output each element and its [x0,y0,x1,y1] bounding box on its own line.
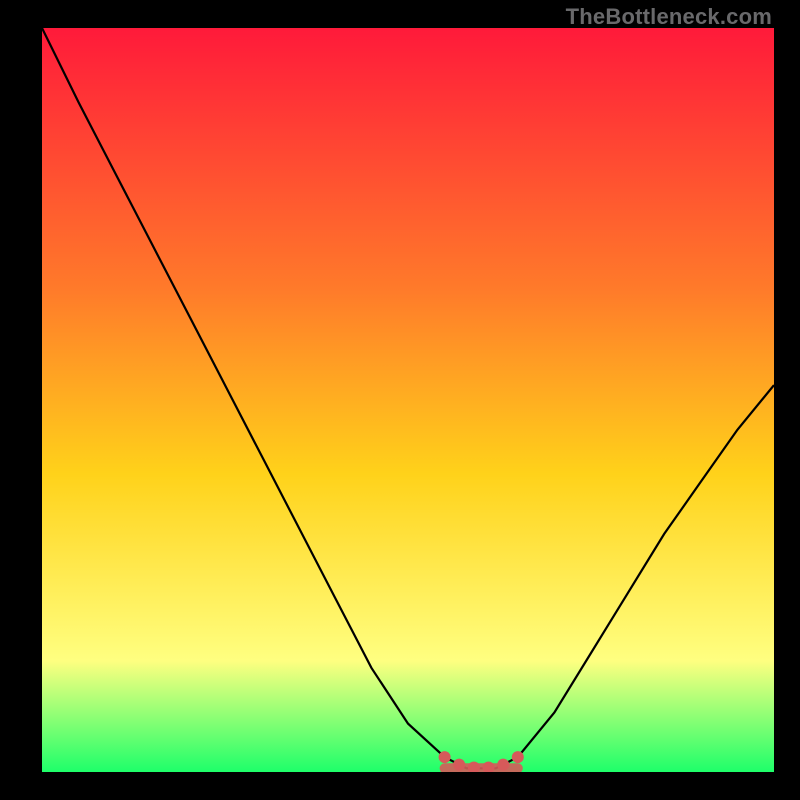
gradient-background [42,28,774,772]
chart-frame: TheBottleneck.com [0,0,800,800]
chart-svg [42,28,774,772]
bottleneck-dot [453,759,465,771]
bottleneck-dot [512,751,524,763]
bottleneck-dot [439,751,451,763]
chart-plot-area [42,28,774,772]
bottleneck-dot [497,759,509,771]
watermark-text: TheBottleneck.com [566,4,772,30]
